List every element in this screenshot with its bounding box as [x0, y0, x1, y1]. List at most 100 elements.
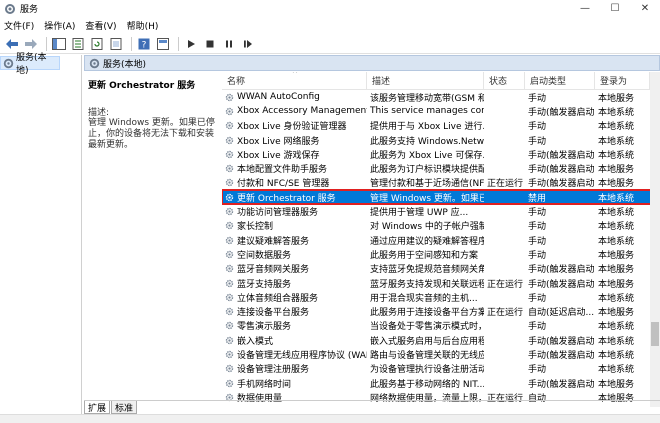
service-name-cell: 家长控制: [222, 219, 367, 232]
service-startup-cell: 手动: [528, 236, 547, 247]
toolbar-separator: [178, 36, 179, 51]
tree-item-services-local[interactable]: 服务(本地): [0, 53, 60, 76]
table-row[interactable]: 零售演示服务 当设备处于零售演示模式时，... 手动 本地系统: [222, 319, 660, 333]
menu-view[interactable]: 查看(V): [85, 19, 116, 32]
refresh-icon: [91, 37, 103, 50]
service-description-cell: 此服务基于移动网络的 NIT...: [370, 379, 484, 390]
vertical-scrollbar[interactable]: [650, 72, 660, 407]
arrow-right-icon: [25, 38, 37, 49]
table-row[interactable]: WWAN AutoConfig 该服务管理移动宽带(GSM 和... 手动 本地服务: [222, 90, 660, 104]
table-row[interactable]: 立体音频组合器服务 用于混合现实音频的主机... 手动 本地系统: [222, 290, 660, 304]
maximize-button[interactable]: ☐: [600, 0, 630, 17]
table-row[interactable]: Xbox Live 网络服务 此服务支持 Windows.Netwo... 手动 本地…: [222, 133, 660, 147]
menu-help[interactable]: 帮助(H): [127, 19, 159, 32]
gear-icon: [225, 179, 234, 187]
service-name: 连接设备平台服务: [237, 308, 310, 319]
column-header-status[interactable]: 状态: [484, 72, 525, 89]
service-logon-cell: 本地服务: [598, 165, 635, 176]
table-row[interactable]: 空间数据服务 此服务用于空间感知和方案 手动 本地服务: [222, 247, 660, 261]
service-startup-cell: 手动(触发器启动): [528, 165, 595, 176]
service-logon-cell: 本地服务: [598, 265, 635, 276]
toolbar: ?: [0, 34, 660, 54]
table-row[interactable]: 蓝牙支持服务 蓝牙服务支持发现和关联远程... 正在运行 手动(触发器启动) 本地服务: [222, 276, 660, 290]
gear-icon: [225, 207, 234, 216]
service-name: Xbox Live 游戏保存: [237, 150, 320, 161]
service-logon-cell: 本地服务: [598, 250, 635, 261]
service-logon-cell: 本地系统: [598, 365, 635, 376]
service-logon-cell: 本地系统: [598, 150, 635, 161]
properties-button[interactable]: [70, 36, 86, 52]
table-row[interactable]: 建议疑难解答服务 通过应用建议的疑难解答程序... 手动 本地系统: [222, 233, 660, 247]
table-row[interactable]: Xbox Accessory Management S...This servi…: [222, 104, 660, 118]
service-description-cell: 当设备处于零售演示模式时，...: [370, 322, 484, 333]
service-description-cell: 路由与设备管理关联的无线应...: [370, 350, 484, 361]
table-row[interactable]: 家长控制 对 Windows 中的子帐户强制... 手动 本地系统: [222, 219, 660, 233]
service-logon-cell: 本地系统: [598, 336, 635, 347]
service-startup-cell: 手动(触发器启动): [528, 179, 595, 190]
service-name: WWAN AutoConfig: [237, 92, 320, 103]
start-service-button[interactable]: [183, 36, 199, 52]
scrollbar-thumb[interactable]: [651, 322, 659, 346]
pause-icon: [226, 40, 232, 47]
table-row[interactable]: 设备管理注册服务 为设备管理执行设备注册活动 手动 本地系统: [222, 362, 660, 376]
service-description-cell: 管理 Windows 更新。如果已...: [370, 193, 484, 204]
export-list-icon: [110, 37, 122, 50]
gear-icon: [225, 293, 234, 301]
menu-bar: 文件(F) 操作(A) 查看(V) 帮助(H): [0, 17, 660, 34]
export-list-button[interactable]: [108, 36, 124, 52]
service-startup-cell: 手动: [528, 222, 547, 233]
column-header-logon-as[interactable]: 登录为: [595, 72, 650, 89]
refresh-button[interactable]: [89, 36, 105, 52]
service-description-cell: This service manages conn...: [370, 106, 484, 117]
restart-service-button[interactable]: [240, 36, 256, 52]
column-header-description[interactable]: 描述: [367, 72, 484, 89]
table-row[interactable]: 本地配置文件助手服务 此服务为订户标识模块提供配... 手动(触发器启动) 本地服务: [222, 161, 660, 175]
service-name-cell: Xbox Live 网络服务: [222, 134, 367, 147]
table-row[interactable]: 手机网络时间 此服务基于移动网络的 NIT... 手动(触发器启动) 本地服务: [222, 376, 660, 390]
gear-icon: [225, 93, 234, 101]
column-header-startup-type[interactable]: 启动类型: [525, 72, 595, 89]
view-button[interactable]: [155, 36, 171, 52]
table-row[interactable]: 蓝牙音频网关服务 支持蓝牙免提规范音频网关角... 手动(触发器启动) 本地服务: [222, 262, 660, 276]
service-name-cell: 蓝牙支持服务: [222, 277, 367, 290]
table-row[interactable]: 连接设备平台服务 此服务用于连接设备平台方案 正在运行 自动(延迟启动... 本地服务: [222, 304, 660, 318]
table-row[interactable]: 嵌入模式 嵌入式服务启用与后台应用程... 手动(触发器启动) 本地系统: [222, 333, 660, 347]
menu-action[interactable]: 操作(A): [44, 19, 75, 32]
table-row[interactable]: 功能访问管理器服务 提供用于管理 UWP 应... 手动 本地系统: [222, 204, 660, 218]
table-row[interactable]: 更新 Orchestrator 服务 管理 Windows 更新。如果已... 禁用…: [222, 189, 660, 206]
properties-icon: [72, 37, 84, 50]
table-row[interactable]: Xbox Live 游戏保存 此服务为 Xbox Live 可保存... 手动(触发…: [222, 147, 660, 161]
gear-icon: [225, 379, 234, 387]
description-label: 描述:: [88, 108, 110, 118]
stop-service-button[interactable]: [202, 36, 218, 52]
close-button[interactable]: ✕: [630, 0, 660, 17]
menu-file[interactable]: 文件(F): [4, 19, 34, 32]
pause-service-button[interactable]: [221, 36, 237, 52]
table-row[interactable]: 设备管理无线应用程序协议 (WAP)...路由与设备管理关联的无线应... 手动(…: [222, 347, 660, 361]
service-startup-cell: 禁用: [528, 193, 547, 204]
service-startup-cell: 手动(触发器启动): [528, 107, 595, 118]
service-name: 蓝牙支持服务: [237, 279, 292, 290]
tab-extended[interactable]: 扩展: [84, 401, 111, 414]
services-list: ^ 名称 描述 状态 启动类型 登录为 WWAN AutoConfig 该服务管理…: [222, 72, 660, 407]
minimize-button[interactable]: —: [570, 0, 600, 17]
table-row[interactable]: Xbox Live 身份验证管理器 提供用于与 Xbox Live 进行... 手动…: [222, 119, 660, 133]
help-button[interactable]: ?: [136, 36, 152, 52]
service-logon-cell: 本地系统: [598, 350, 635, 361]
service-description-cell: 此服务支持 Windows.Netwo...: [370, 136, 484, 147]
service-name-cell: WWAN AutoConfig: [222, 92, 367, 102]
service-description-cell: 用于混合现实音频的主机...: [370, 293, 478, 304]
service-name-cell: 零售演示服务: [222, 319, 367, 332]
services-icon: [89, 58, 100, 68]
status-bar: [0, 414, 660, 423]
service-name-cell: 空间数据服务: [222, 248, 367, 261]
description-pane: 更新 Orchestrator 服务 描述: 管理 Windows 更新。如果已…: [84, 72, 220, 407]
service-name: Xbox Live 身份验证管理器: [237, 122, 347, 133]
gear-icon: [225, 122, 234, 130]
table-row[interactable]: 付款和 NFC/SE 管理器 管理付款和基于近场通信(NF... 正在运行 手动(触发…: [222, 176, 660, 190]
column-header-row: ^ 名称 描述 状态 启动类型 登录为: [222, 72, 660, 90]
service-name-cell: 立体音频组合器服务: [222, 291, 367, 304]
tree-item-label: 服务(本地): [16, 53, 47, 76]
tab-standard[interactable]: 标准: [111, 401, 138, 414]
title-bar: 服务 — ☐ ✕: [0, 0, 660, 17]
